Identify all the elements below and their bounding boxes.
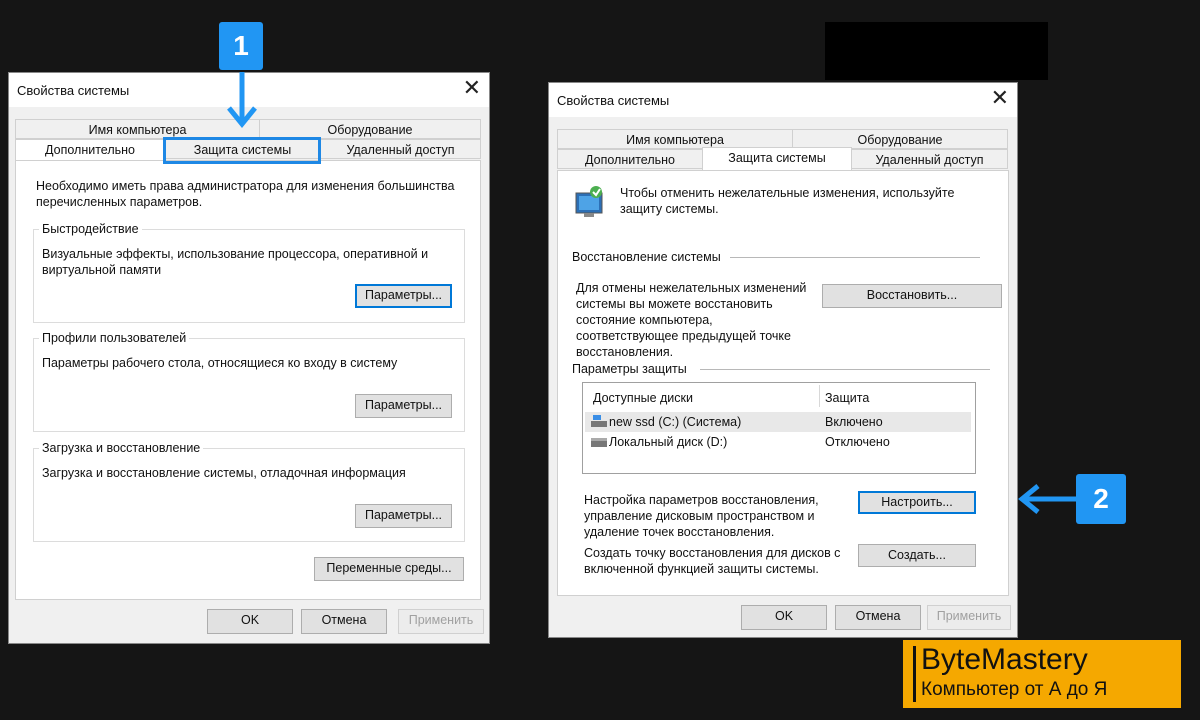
group-description: Параметры рабочего стола, относящиеся ко… xyxy=(42,356,398,370)
column-header-drives[interactable]: Доступные диски xyxy=(593,390,693,406)
divider xyxy=(730,257,980,258)
brand-name: ByteMastery xyxy=(921,643,1088,676)
tab-advanced[interactable]: Дополнительно xyxy=(15,139,165,161)
startup-recovery-settings-button[interactable]: Параметры... xyxy=(355,504,452,528)
group-user-profiles: Профили пользователей Параметры рабочего… xyxy=(33,331,465,432)
tab-computer-name[interactable]: Имя компьютера xyxy=(557,129,793,149)
drives-list[interactable]: Доступные диски Защита new ssd (C:) (Сис… xyxy=(582,382,976,474)
environment-variables-button[interactable]: Переменные среды... xyxy=(314,557,464,581)
arrow-down-icon xyxy=(227,72,257,128)
configure-button[interactable]: Настроить... xyxy=(858,491,976,514)
column-divider xyxy=(819,385,820,407)
brand-bar xyxy=(913,646,916,702)
drive-icon xyxy=(591,438,607,447)
group-label: Загрузка и восстановление xyxy=(39,441,204,455)
apply-button[interactable]: Применить xyxy=(927,605,1011,630)
tab-hardware[interactable]: Оборудование xyxy=(792,129,1008,149)
group-description: Загрузка и восстановление системы, отлад… xyxy=(42,466,406,480)
group-startup-recovery: Загрузка и восстановление Загрузка и вос… xyxy=(33,441,465,542)
step-badge-2: 2 xyxy=(1076,474,1126,524)
brand-logo: ByteMastery Компьютер от А до Я xyxy=(903,640,1181,708)
system-properties-dialog-right: Свойства системы ✕ Имя компьютера Оборуд… xyxy=(548,82,1018,638)
ok-button[interactable]: OK xyxy=(741,605,827,630)
drive-name: Локальный диск (D:) xyxy=(609,435,728,449)
close-icon[interactable]: ✕ xyxy=(991,85,1009,111)
system-restore-button[interactable]: Восстановить... xyxy=(822,284,1002,308)
configure-description: Настройка параметров восстановления, упр… xyxy=(584,493,819,539)
cancel-button[interactable]: Отмена xyxy=(835,605,921,630)
highlight-system-protection-tab xyxy=(163,137,321,164)
table-row[interactable]: new ssd (C:) (Система) Включено xyxy=(585,412,971,432)
arrow-left-icon xyxy=(1018,484,1076,514)
group-label: Профили пользователей xyxy=(39,331,190,345)
apply-button[interactable]: Применить xyxy=(398,609,484,634)
tab-hardware[interactable]: Оборудование xyxy=(259,119,481,139)
create-button[interactable]: Создать... xyxy=(858,544,976,567)
user-profiles-settings-button[interactable]: Параметры... xyxy=(355,394,452,418)
drive-name: new ssd (C:) (Система) xyxy=(609,415,742,429)
table-row[interactable]: Локальный диск (D:) Отключено xyxy=(585,432,971,452)
group-description: Визуальные эффекты, использование процес… xyxy=(42,247,429,277)
tab-remote-access[interactable]: Удаленный доступ xyxy=(320,139,481,159)
group-label: Быстродействие xyxy=(39,222,142,236)
restore-section-label: Восстановление системы xyxy=(572,250,721,264)
drive-status: Отключено xyxy=(825,435,890,449)
create-description: Создать точку восстановления для дисков … xyxy=(584,546,841,576)
column-header-protection[interactable]: Защита xyxy=(825,390,869,406)
tab-remote-access[interactable]: Удаленный доступ xyxy=(851,149,1008,169)
tab-panel-system-protection: Чтобы отменить нежелательные изменения, … xyxy=(557,170,1009,596)
brand-tagline: Компьютер от А до Я xyxy=(921,679,1108,700)
system-drive-icon xyxy=(591,415,607,427)
dialog-title: Свойства системы xyxy=(17,83,130,98)
dialog-title: Свойства системы xyxy=(557,93,670,108)
restore-description: Для отмены нежелательных изменений систе… xyxy=(576,281,807,359)
divider xyxy=(700,369,990,370)
cancel-button[interactable]: Отмена xyxy=(301,609,387,634)
tab-system-protection[interactable]: Защита системы xyxy=(702,147,852,171)
tab-computer-name[interactable]: Имя компьютера xyxy=(15,119,260,139)
admin-notice: Необходимо иметь права администратора дл… xyxy=(36,179,455,209)
drive-status: Включено xyxy=(825,415,883,429)
tab-advanced[interactable]: Дополнительно xyxy=(557,149,703,169)
step-badge-1: 1 xyxy=(219,22,263,70)
tab-panel-advanced: Необходимо иметь права администратора дл… xyxy=(15,160,481,600)
protection-intro: Чтобы отменить нежелательные изменения, … xyxy=(620,186,955,216)
ok-button[interactable]: OK xyxy=(207,609,293,634)
redaction-block xyxy=(825,22,1048,80)
system-protection-icon xyxy=(575,186,603,217)
group-performance: Быстродействие Визуальные эффекты, испол… xyxy=(33,222,465,323)
titlebar: Свойства системы ✕ xyxy=(549,83,1017,117)
performance-settings-button[interactable]: Параметры... xyxy=(355,284,452,308)
close-icon[interactable]: ✕ xyxy=(463,75,481,101)
protection-section-label: Параметры защиты xyxy=(572,362,687,376)
